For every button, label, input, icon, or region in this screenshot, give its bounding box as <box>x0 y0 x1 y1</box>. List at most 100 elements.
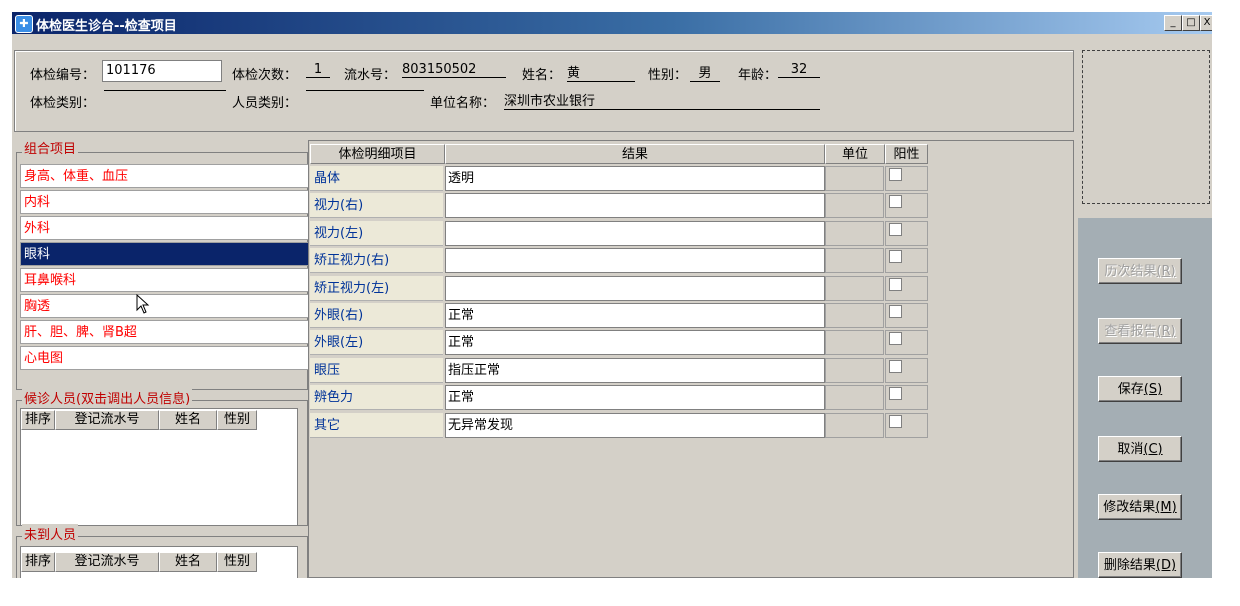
group-item[interactable]: 内科 <box>20 190 311 214</box>
detail-result-input[interactable]: 指压正常 <box>445 357 825 383</box>
serial-label: 流水号： <box>344 68 397 83</box>
detail-item-label: 视力(右) <box>310 193 443 219</box>
detail-item-label: 其它 <box>310 412 443 438</box>
detail-result-input[interactable]: 正常 <box>445 330 825 356</box>
minimize-button[interactable]: _ <box>1164 15 1182 31</box>
exam-no-field[interactable]: 101176 <box>102 60 222 82</box>
waiting-col-name[interactable]: 姓名 <box>159 410 217 430</box>
detail-result-input[interactable]: 正常 <box>445 303 825 328</box>
age-value: 32 <box>778 62 820 78</box>
absent-title: 未到人员 <box>22 524 79 543</box>
serial-value: 803150502 <box>402 62 506 78</box>
absent-col-order[interactable]: 排序 <box>21 552 55 572</box>
absent-col-serial[interactable]: 登记流水号 <box>55 552 159 572</box>
detail-item-label: 矫正视力(左) <box>310 275 443 301</box>
positive-checkbox[interactable] <box>889 195 902 209</box>
detail-positive-cell <box>885 412 928 438</box>
group-item[interactable]: 胸透 <box>20 294 311 318</box>
detail-positive-cell <box>885 220 928 246</box>
detail-col-positive[interactable]: 阳性 <box>885 144 928 164</box>
detail-result-input[interactable] <box>445 193 825 219</box>
group-item[interactable]: 心电图 <box>20 346 311 370</box>
detail-result-input[interactable]: 无异常发现 <box>445 412 825 438</box>
unit-value: 深圳市农业银行 <box>504 90 820 110</box>
save-button[interactable]: 保存(S) <box>1098 376 1182 402</box>
detail-result-input[interactable] <box>445 220 825 246</box>
absent-col-gender[interactable]: 性别 <box>217 552 257 572</box>
detail-unit-cell <box>825 193 884 219</box>
exam-count-value: 1 <box>306 62 330 78</box>
waiting-col-serial[interactable]: 登记流水号 <box>55 410 159 430</box>
detail-item-label: 晶体 <box>310 166 443 191</box>
detail-positive-cell <box>885 303 928 328</box>
unit-label: 单位名称： <box>430 96 496 111</box>
detail-unit-cell <box>825 166 884 191</box>
exam-count-label: 体检次数： <box>232 68 298 83</box>
name-value: 黄 <box>567 62 635 82</box>
group-item[interactable]: 外科 <box>20 216 311 240</box>
detail-positive-cell <box>885 385 928 411</box>
positive-checkbox[interactable] <box>889 250 902 264</box>
detail-item-label: 外眼(右) <box>310 303 443 328</box>
exam-type-label: 体检类别： <box>30 96 96 111</box>
history-results-button[interactable]: 历次结果(R) <box>1098 258 1182 284</box>
detail-positive-cell <box>885 166 928 191</box>
exam-type-value <box>104 90 226 91</box>
detail-unit-cell <box>825 275 884 301</box>
detail-positive-cell <box>885 330 928 356</box>
detail-col-unit[interactable]: 单位 <box>825 144 885 164</box>
positive-checkbox[interactable] <box>889 359 902 373</box>
waiting-col-order[interactable]: 排序 <box>21 410 55 430</box>
modify-results-button[interactable]: 修改结果(M) <box>1098 494 1182 520</box>
window-title: 体检医生诊台--检查项目 <box>36 19 177 34</box>
detail-col-item[interactable]: 体检明细项目 <box>310 144 445 164</box>
delete-results-button[interactable]: 删除结果(D) <box>1098 552 1182 578</box>
view-report-button[interactable]: 查看报告(R) <box>1098 318 1182 344</box>
group-item[interactable]: 身高、体重、血压 <box>20 164 311 188</box>
positive-checkbox[interactable] <box>889 305 902 318</box>
group-item[interactable]: 耳鼻喉科 <box>20 268 311 292</box>
detail-result-input[interactable] <box>445 275 825 301</box>
detail-unit-cell <box>825 220 884 246</box>
detail-item-label: 外眼(左) <box>310 330 443 356</box>
detail-unit-cell <box>825 357 884 383</box>
detail-result-input[interactable]: 透明 <box>445 166 825 191</box>
main-window: ✚ 体检医生诊台--检查项目 _ □ X 体检编号： 101176 体检次数： … <box>12 12 1212 578</box>
detail-unit-cell <box>825 385 884 411</box>
person-type-value <box>306 90 424 91</box>
age-label: 年龄： <box>738 68 778 83</box>
positive-checkbox[interactable] <box>889 222 902 236</box>
detail-positive-cell <box>885 275 928 301</box>
title-bar[interactable]: ✚ 体检医生诊台--检查项目 _ □ X <box>12 12 1212 34</box>
positive-checkbox[interactable] <box>889 168 902 181</box>
positive-checkbox[interactable] <box>889 277 902 291</box>
group-items-title: 组合项目 <box>22 138 79 157</box>
detail-item-label: 辨色力 <box>310 385 443 411</box>
absent-col-name[interactable]: 姓名 <box>159 552 217 572</box>
group-item[interactable]: 肝、胆、脾、肾B超 <box>20 320 311 344</box>
detail-result-input[interactable] <box>445 248 825 274</box>
positive-checkbox[interactable] <box>889 387 902 401</box>
positive-checkbox[interactable] <box>889 414 902 428</box>
detail-item-label: 眼压 <box>310 357 443 383</box>
cancel-button[interactable]: 取消(C) <box>1098 436 1182 462</box>
detail-unit-cell <box>825 330 884 356</box>
detail-col-result[interactable]: 结果 <box>445 144 825 164</box>
mouse-cursor-icon <box>136 294 150 314</box>
gender-label: 性别： <box>648 68 688 83</box>
close-button[interactable]: X <box>1200 15 1212 31</box>
detail-unit-cell <box>825 412 884 438</box>
positive-checkbox[interactable] <box>889 332 902 346</box>
detail-item-label: 视力(左) <box>310 220 443 246</box>
detail-positive-cell <box>885 248 928 274</box>
maximize-button[interactable]: □ <box>1182 15 1200 31</box>
photo-area <box>1082 50 1210 204</box>
name-label: 姓名： <box>522 68 562 83</box>
detail-positive-cell <box>885 193 928 219</box>
group-item[interactable]: 眼科 <box>20 242 311 266</box>
detail-unit-cell <box>825 248 884 274</box>
waiting-col-gender[interactable]: 性别 <box>217 410 257 430</box>
detail-item-label: 矫正视力(右) <box>310 248 443 274</box>
detail-result-input[interactable]: 正常 <box>445 385 825 411</box>
exam-no-label: 体检编号： <box>30 68 96 83</box>
